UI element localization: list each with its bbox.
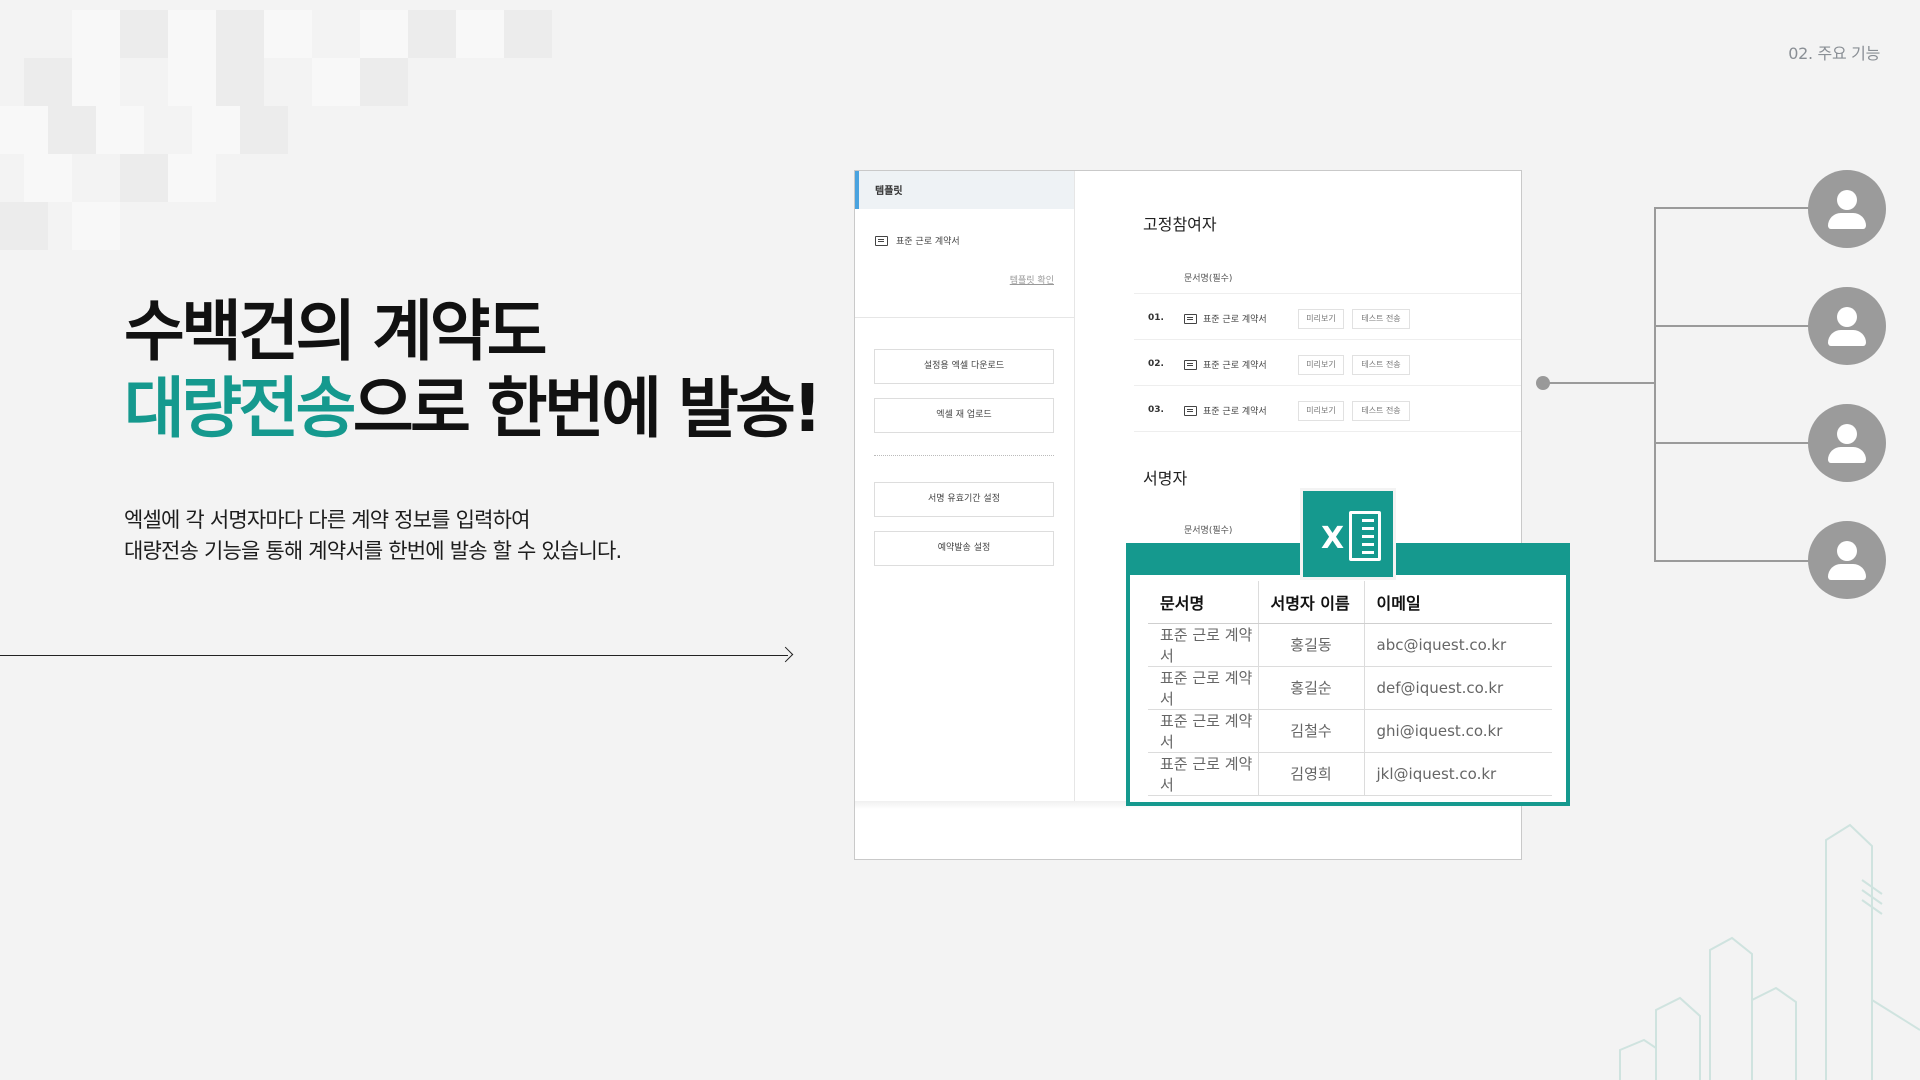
description-line-1: 엑셀에 각 서명자마다 다른 계약 정보를 입력하여 <box>124 508 530 532</box>
column-header: 이메일 <box>1363 581 1552 624</box>
document-icon <box>1184 359 1197 370</box>
connector-branch <box>1654 325 1810 327</box>
document-icon <box>875 235 888 246</box>
table-cell: 김영희 <box>1257 752 1364 796</box>
row-number: 03. <box>1148 405 1164 415</box>
signer-title: 서명자 <box>1143 469 1188 488</box>
description-line-2: 대량전송 기능을 통해 계약서를 한번에 발송 할 수 있습니다. <box>124 539 622 563</box>
excel-icon: X <box>1300 488 1396 580</box>
arrow-right-icon <box>777 646 794 663</box>
table-row: 표준 근로 계약서 홍길동 abc@iquest.co.kr <box>1148 623 1552 667</box>
headline-line-2: 대량전송으로 한번에 발송! <box>124 370 823 447</box>
table-cell: 표준 근로 계약서 <box>1148 709 1258 753</box>
list-item: 02. 표준 근로 계약서 미리보기 테스트 전송 <box>1134 340 1521 386</box>
headline-line-1: 수백건의 계약도 <box>124 293 548 370</box>
sidebar-divider <box>855 317 1075 318</box>
table-row: 표준 근로 계약서 김철수 ghi@iquest.co.kr <box>1148 709 1552 753</box>
table-cell: abc@iquest.co.kr <box>1363 623 1552 667</box>
decorative-cube-pattern <box>0 0 620 260</box>
list-item: 01. 표준 근로 계약서 미리보기 테스트 전송 <box>1134 294 1521 340</box>
table-cell: 홍길순 <box>1257 666 1364 710</box>
excel-reupload-button[interactable]: 엑셀 재 업로드 <box>874 398 1054 433</box>
row-document: 표준 근로 계약서 <box>1184 312 1267 325</box>
preview-button[interactable]: 미리보기 <box>1298 355 1344 375</box>
panel-header: 문서명(필수) <box>1134 259 1521 294</box>
excel-sheet-glyph <box>1349 511 1381 561</box>
column-header: 서명자 이름 <box>1257 581 1364 624</box>
user-avatar-icon <box>1808 170 1886 248</box>
preview-button[interactable]: 미리보기 <box>1298 309 1344 329</box>
document-icon <box>1184 313 1197 324</box>
user-avatar-icon <box>1808 404 1886 482</box>
row-document: 표준 근로 계약서 <box>1184 404 1267 417</box>
connector-trunk <box>1654 207 1656 562</box>
preview-button[interactable]: 미리보기 <box>1298 401 1344 421</box>
excel-x-glyph: X <box>1321 521 1345 556</box>
excel-download-button[interactable]: 설정용 엑셀 다운로드 <box>874 349 1054 384</box>
fixed-participants-panel: 문서명(필수) 01. 표준 근로 계약서 미리보기 테스트 전송 02. 표준… <box>1134 259 1521 432</box>
template-item[interactable]: 표준 근로 계약서 <box>875 234 960 247</box>
table-header-row: 문서명 서명자 이름 이메일 <box>1148 581 1552 624</box>
document-icon <box>1184 405 1197 416</box>
signature-validity-button[interactable]: 서명 유효기간 설정 <box>874 482 1054 517</box>
headline-accent: 대량전송 <box>124 370 356 447</box>
table-cell: 표준 근로 계약서 <box>1148 623 1258 667</box>
scheduled-send-button[interactable]: 예약발송 설정 <box>874 531 1054 566</box>
table-cell: 표준 근로 계약서 <box>1148 752 1258 796</box>
row-document-label: 표준 근로 계약서 <box>1203 361 1267 371</box>
table-cell: 표준 근로 계약서 <box>1148 666 1258 710</box>
divider-line <box>0 655 788 656</box>
table-cell: ghi@iquest.co.kr <box>1363 709 1552 753</box>
user-avatar-icon <box>1808 287 1886 365</box>
row-document-label: 표준 근로 계약서 <box>1203 315 1267 325</box>
excel-data-table: 문서명 서명자 이름 이메일 표준 근로 계약서 홍길동 abc@iquest.… <box>1148 581 1552 796</box>
test-send-button[interactable]: 테스트 전송 <box>1352 309 1410 329</box>
row-number: 01. <box>1148 313 1164 323</box>
headline-line-2-rest: 으로 한번에 발송! <box>352 370 823 447</box>
page-section-label: 02. 주요 기능 <box>1788 44 1880 63</box>
table-row: 표준 근로 계약서 김영희 jkl@iquest.co.kr <box>1148 752 1552 796</box>
excel-data-card: 문서명 서명자 이름 이메일 표준 근로 계약서 홍길동 abc@iquest.… <box>1126 543 1570 806</box>
template-header: 템플릿 <box>855 171 1074 209</box>
template-sidebar: 템플릿 표준 근로 계약서 템플릿 확인 설정용 엑셀 다운로드 엑셀 재 업로… <box>855 171 1075 807</box>
headline: 수백건의 계약도 대량전송으로 한번에 발송! <box>124 293 823 447</box>
user-avatar-icon <box>1808 521 1886 599</box>
column-header: 문서명 <box>1148 581 1258 624</box>
row-document: 표준 근로 계약서 <box>1184 358 1267 371</box>
connector-branch <box>1654 207 1810 209</box>
template-check-link[interactable]: 템플릿 확인 <box>1010 273 1054 286</box>
list-item: 03. 표준 근로 계약서 미리보기 테스트 전송 <box>1134 386 1521 432</box>
test-send-button[interactable]: 테스트 전송 <box>1352 401 1410 421</box>
table-row: 표준 근로 계약서 홍길순 def@iquest.co.kr <box>1148 666 1552 710</box>
row-document-label: 표준 근로 계약서 <box>1203 407 1267 417</box>
table-cell: 김철수 <box>1257 709 1364 753</box>
test-send-button[interactable]: 테스트 전송 <box>1352 355 1410 375</box>
connector-branch <box>1654 560 1810 562</box>
row-number: 02. <box>1148 359 1164 369</box>
table-cell: 홍길동 <box>1257 623 1364 667</box>
table-cell: def@iquest.co.kr <box>1363 666 1552 710</box>
connector-branch <box>1654 442 1810 444</box>
connector-line <box>1544 382 1656 384</box>
dotted-divider <box>874 455 1054 456</box>
table-cell: jkl@iquest.co.kr <box>1363 752 1552 796</box>
description: 엑셀에 각 서명자마다 다른 계약 정보를 입력하여 대량전송 기능을 통해 계… <box>124 505 622 567</box>
building-line-art <box>1619 823 1920 1080</box>
template-item-label: 표준 근로 계약서 <box>896 237 960 247</box>
fixed-participants-title: 고정참여자 <box>1143 215 1217 234</box>
